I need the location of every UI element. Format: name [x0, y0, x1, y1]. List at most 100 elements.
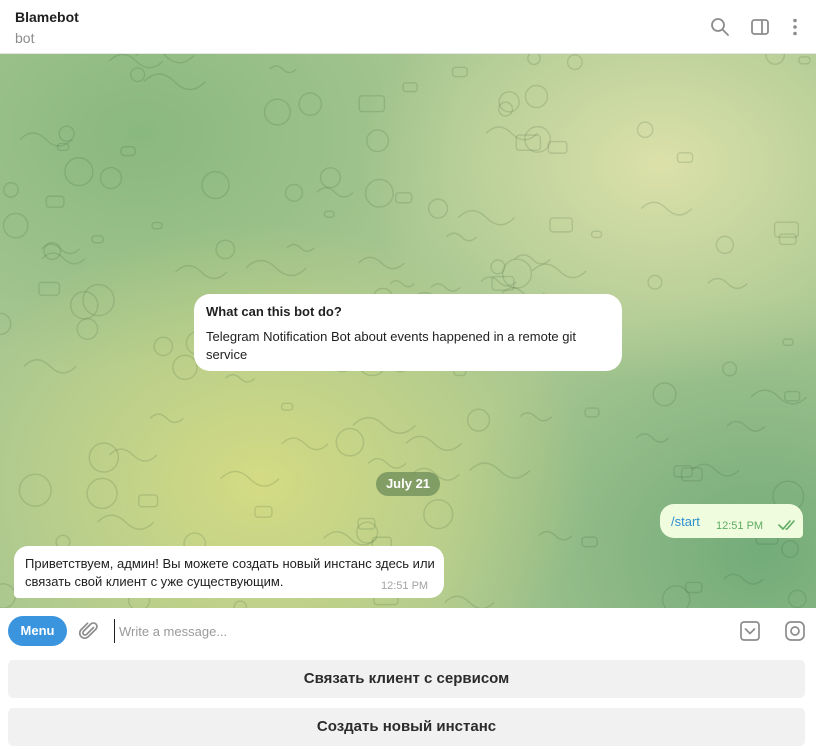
wallpaper-doodle	[549, 217, 574, 233]
wallpaper-doodle	[172, 354, 198, 381]
wallpaper-doodle	[405, 435, 463, 451]
keyboard-button-create-instance[interactable]: Создать новый инстанс	[8, 708, 805, 746]
message-text: Приветствуем, админ! Вы можете создать н…	[25, 556, 435, 589]
paperclip-icon[interactable]	[78, 620, 100, 642]
wallpaper-doodle	[778, 233, 797, 246]
message-composer: Menu	[0, 608, 816, 656]
wallpaper-doodle	[96, 514, 155, 530]
wallpaper-doodle	[201, 171, 230, 200]
wallpaper-doodle	[427, 198, 449, 219]
wallpaper-doodle	[233, 600, 248, 608]
wallpaper-doodle	[45, 195, 65, 208]
wallpaper-doodle	[175, 264, 228, 280]
message-input[interactable]	[114, 619, 714, 643]
wallpaper-doodle	[130, 67, 146, 83]
wallpaper-doodle	[358, 95, 386, 113]
chat-area[interactable]: What can this bot do? Telegram Notificat…	[0, 54, 816, 608]
wallpaper-doodle	[538, 530, 573, 541]
wallpaper-doodle	[82, 283, 115, 317]
wallpaper-doodle	[284, 183, 304, 202]
wallpaper-doodle	[402, 82, 418, 93]
wallpaper-doodle	[220, 470, 280, 487]
wallpaper-doodle	[286, 243, 315, 253]
wallpaper-doodle	[715, 235, 735, 255]
wallpaper-doodle	[394, 192, 413, 204]
wallpaper-doodle	[64, 156, 94, 187]
wallpaper-doodle	[108, 54, 164, 69]
wallpaper-doodle	[527, 54, 541, 66]
wallpaper-doodle	[18, 473, 52, 507]
chat-header: Blamebot bot	[0, 0, 816, 54]
double-check-icon	[778, 518, 798, 532]
wallpaper-doodle	[590, 230, 603, 239]
wallpaper-doodle	[316, 187, 354, 198]
sticker-icon[interactable]	[784, 620, 806, 642]
keyboard-button-link-client[interactable]: Связать клиент с сервисом	[8, 660, 805, 698]
wallpaper-doodle	[367, 457, 407, 469]
wallpaper-doodle	[480, 276, 517, 287]
wallpaper-doodle	[423, 499, 454, 530]
wallpaper-doodle	[457, 209, 516, 226]
wallpaper-doodle	[726, 420, 766, 432]
wallpaper-doodle	[519, 412, 553, 422]
wallpaper-doodle	[352, 416, 416, 434]
wallpaper-doodle	[366, 129, 390, 153]
outgoing-message[interactable]: /start 12:51 PM	[660, 504, 803, 538]
bot-keyboard-icon[interactable]	[739, 620, 761, 642]
wallpaper-doodle	[88, 442, 120, 473]
bot-info-card: What can this bot do? Telegram Notificat…	[194, 294, 622, 371]
wallpaper-doodle	[430, 283, 461, 292]
wallpaper-doodle	[319, 167, 342, 189]
wallpaper-doodle	[636, 433, 670, 443]
wallpaper-doodle	[38, 281, 61, 296]
wallpaper-doodle	[335, 427, 365, 457]
wallpaper-doodle	[323, 210, 335, 218]
wallpaper-doodle	[445, 232, 478, 242]
message-text[interactable]: /start	[671, 514, 700, 529]
wallpaper-doodle	[566, 54, 583, 71]
wallpaper-doodle	[531, 263, 587, 279]
wallpaper-doodle	[722, 361, 738, 377]
wallpaper-doodle	[581, 536, 598, 548]
wallpaper-doodle	[451, 66, 468, 78]
wallpaper-doodle	[120, 146, 136, 157]
wallpaper-doodle	[466, 408, 491, 432]
wallpaper-doodle	[389, 279, 415, 288]
wallpaper-doodle	[676, 152, 694, 163]
wallpaper-doodle	[153, 336, 174, 357]
wallpaper-doodle	[263, 98, 291, 126]
incoming-message[interactable]: Приветствуем, админ! Вы можете создать н…	[14, 546, 444, 598]
wallpaper-doodle	[138, 494, 159, 508]
wallpaper-doodle	[2, 212, 29, 239]
wallpaper-doodle	[215, 239, 236, 260]
chat-title[interactable]: Blamebot	[15, 9, 79, 25]
wallpaper-doodle	[149, 413, 184, 424]
wallpaper-doodle	[3, 181, 19, 198]
menu-button[interactable]: Menu	[8, 616, 67, 646]
wallpaper-doodle	[765, 54, 786, 65]
wallpaper-doodle	[281, 437, 329, 451]
wallpaper-doodle	[298, 92, 323, 117]
wallpaper-doodle	[280, 402, 294, 411]
message-time: 12:51 PM	[381, 580, 429, 592]
wallpaper-doodle	[524, 84, 549, 109]
wallpaper-doodle	[0, 583, 16, 608]
wallpaper-doodle	[498, 101, 514, 117]
wallpaper-doodle	[245, 259, 307, 277]
date-separator: July 21	[376, 472, 440, 496]
wallpaper-doodle	[269, 65, 297, 74]
bot-info-title: What can this bot do?	[206, 304, 342, 319]
wallpaper-doodle	[647, 274, 663, 290]
search-icon[interactable]	[709, 16, 731, 38]
wallpaper-doodle	[498, 91, 520, 113]
wallpaper-doodle	[469, 462, 531, 479]
sidebar-toggle-icon[interactable]	[749, 16, 771, 38]
wallpaper-doodle	[99, 166, 123, 190]
wallpaper-doodle	[723, 573, 764, 585]
wallpaper-doodle	[707, 277, 748, 290]
more-vertical-icon[interactable]	[784, 16, 806, 38]
wallpaper-doodle	[636, 121, 654, 139]
wallpaper-doodle	[784, 390, 801, 402]
wallpaper-doodle	[684, 581, 703, 594]
wallpaper-doodle	[547, 140, 568, 154]
